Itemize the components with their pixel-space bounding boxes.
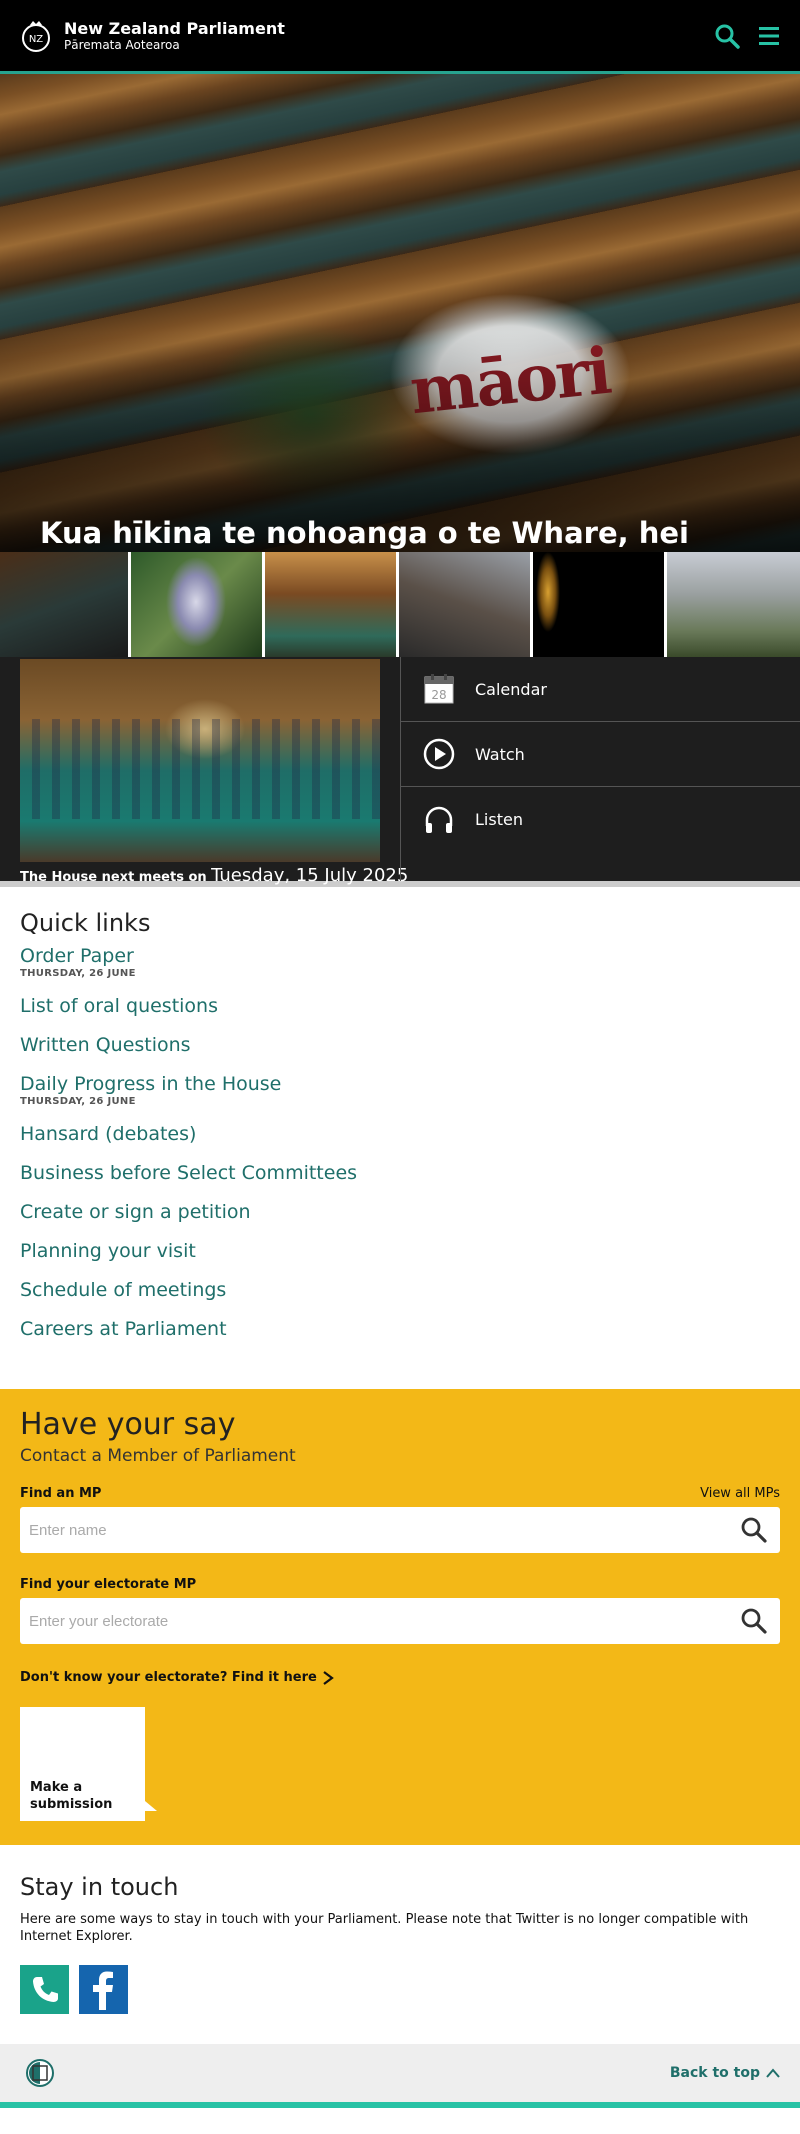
site-title: New Zealand Parliament xyxy=(64,19,285,38)
menu-icon[interactable] xyxy=(756,23,782,49)
hero-flag-text: māori xyxy=(406,333,614,430)
find-mp-input[interactable] xyxy=(29,1521,709,1539)
carousel-thumb-5[interactable] xyxy=(533,552,667,657)
watch-link[interactable]: Watch xyxy=(401,722,800,787)
debating-chamber-image xyxy=(20,659,380,862)
svg-text:NZ: NZ xyxy=(29,34,43,45)
house-next-meets-date: Tuesday, 15 July 2025 xyxy=(211,865,409,886)
facebook-icon xyxy=(92,1971,113,2010)
stay-in-touch-title: Stay in touch xyxy=(20,1873,179,1901)
view-all-mps-link[interactable]: View all MPs xyxy=(700,1486,780,1501)
quick-link-date: THURSDAY, 26 JUNE xyxy=(20,1096,136,1107)
carousel-thumbnails xyxy=(0,552,800,657)
electorate-search xyxy=(20,1598,780,1644)
find-mp-search xyxy=(20,1507,780,1553)
quick-link-select-committees[interactable]: Business before Select Committees xyxy=(20,1160,780,1186)
calendar-label: Calendar xyxy=(475,679,547,699)
calendar-link[interactable]: 28 Calendar xyxy=(401,657,800,722)
have-your-say-subtitle: Contact a Member of Parliament xyxy=(20,1446,296,1466)
carousel-thumb-6[interactable] xyxy=(667,552,800,657)
hero-banner[interactable]: māori Kua hīkina te nohoanga o te Whare,… xyxy=(0,74,800,552)
make-submission-label: Make a submission xyxy=(30,1780,113,1812)
watch-label: Watch xyxy=(475,744,525,764)
house-panel: The House next meets on Tuesday, 15 July… xyxy=(0,657,800,887)
quick-link-careers[interactable]: Careers at Parliament xyxy=(20,1316,780,1342)
search-icon[interactable] xyxy=(740,1516,768,1544)
svg-text:28: 28 xyxy=(431,688,446,702)
carousel-thumb-4[interactable] xyxy=(399,552,533,657)
stay-in-touch-text: Here are some ways to stay in touch with… xyxy=(20,1912,749,1944)
site-subtitle: Pāremata Aotearoa xyxy=(64,38,180,52)
quick-link-order-paper[interactable]: Order Paper xyxy=(20,943,780,969)
quick-link-petition[interactable]: Create or sign a petition xyxy=(20,1199,780,1225)
quick-link-hansard[interactable]: Hansard (debates) xyxy=(20,1121,780,1147)
parliament-crest-icon: NZ xyxy=(22,20,50,52)
chevron-right-icon xyxy=(323,1670,334,1685)
electorate-input[interactable] xyxy=(29,1612,709,1630)
stay-in-touch: Stay in touch Here are some ways to stay… xyxy=(0,1845,800,2044)
site-header: NZ New Zealand Parliament Pāremata Aotea… xyxy=(0,0,800,74)
chevron-up-icon xyxy=(766,2068,780,2078)
have-your-say-title: Have your say xyxy=(20,1407,236,1442)
listen-label: Listen xyxy=(475,810,523,829)
quick-links-title: Quick links xyxy=(20,909,151,937)
quick-links: Quick links Order Paper THURSDAY, 26 JUN… xyxy=(0,887,800,1389)
listen-link[interactable]: Listen xyxy=(401,787,800,852)
quick-link-schedule-meetings[interactable]: Schedule of meetings xyxy=(20,1277,780,1303)
calendar-icon: 28 xyxy=(424,674,454,704)
play-icon xyxy=(423,738,455,770)
search-icon[interactable] xyxy=(740,1607,768,1635)
headphones-icon xyxy=(425,806,453,833)
find-mp-label: Find an MP xyxy=(20,1486,102,1501)
quick-link-oral-questions[interactable]: List of oral questions xyxy=(20,993,780,1019)
home-logo-link[interactable]: NZ New Zealand Parliament Pāremata Aotea… xyxy=(20,18,285,54)
quick-link-daily-progress[interactable]: Daily Progress in the House xyxy=(20,1071,780,1097)
phone-link[interactable] xyxy=(20,1965,69,2014)
make-submission-card[interactable]: Make a submission xyxy=(20,1707,157,1821)
page-footer: Back to top xyxy=(0,2044,800,2108)
carousel-thumb-1[interactable] xyxy=(0,552,131,657)
quick-link-planning-visit[interactable]: Planning your visit xyxy=(20,1238,780,1264)
search-icon[interactable] xyxy=(714,23,740,49)
carousel-thumb-3[interactable] xyxy=(265,552,399,657)
phone-icon xyxy=(32,1976,58,2002)
have-your-say: Have your say Contact a Member of Parlia… xyxy=(0,1389,800,1845)
back-to-top-link[interactable]: Back to top xyxy=(670,2065,780,2081)
facebook-link[interactable] xyxy=(79,1965,128,2014)
electorate-label: Find your electorate MP xyxy=(20,1577,197,1592)
quick-link-date: THURSDAY, 26 JUNE xyxy=(20,968,136,979)
carousel-thumb-2[interactable] xyxy=(131,552,265,657)
hero-title[interactable]: Kua hīkina te nohoanga o te Whare, hei t… xyxy=(40,514,720,552)
house-next-meets: The House next meets on Tuesday, 15 July… xyxy=(20,865,409,886)
find-electorate-link[interactable]: Don't know your electorate? Find it here xyxy=(20,1670,780,1685)
contrast-toggle-icon[interactable] xyxy=(24,2057,56,2089)
quick-link-written-questions[interactable]: Written Questions xyxy=(20,1032,780,1058)
